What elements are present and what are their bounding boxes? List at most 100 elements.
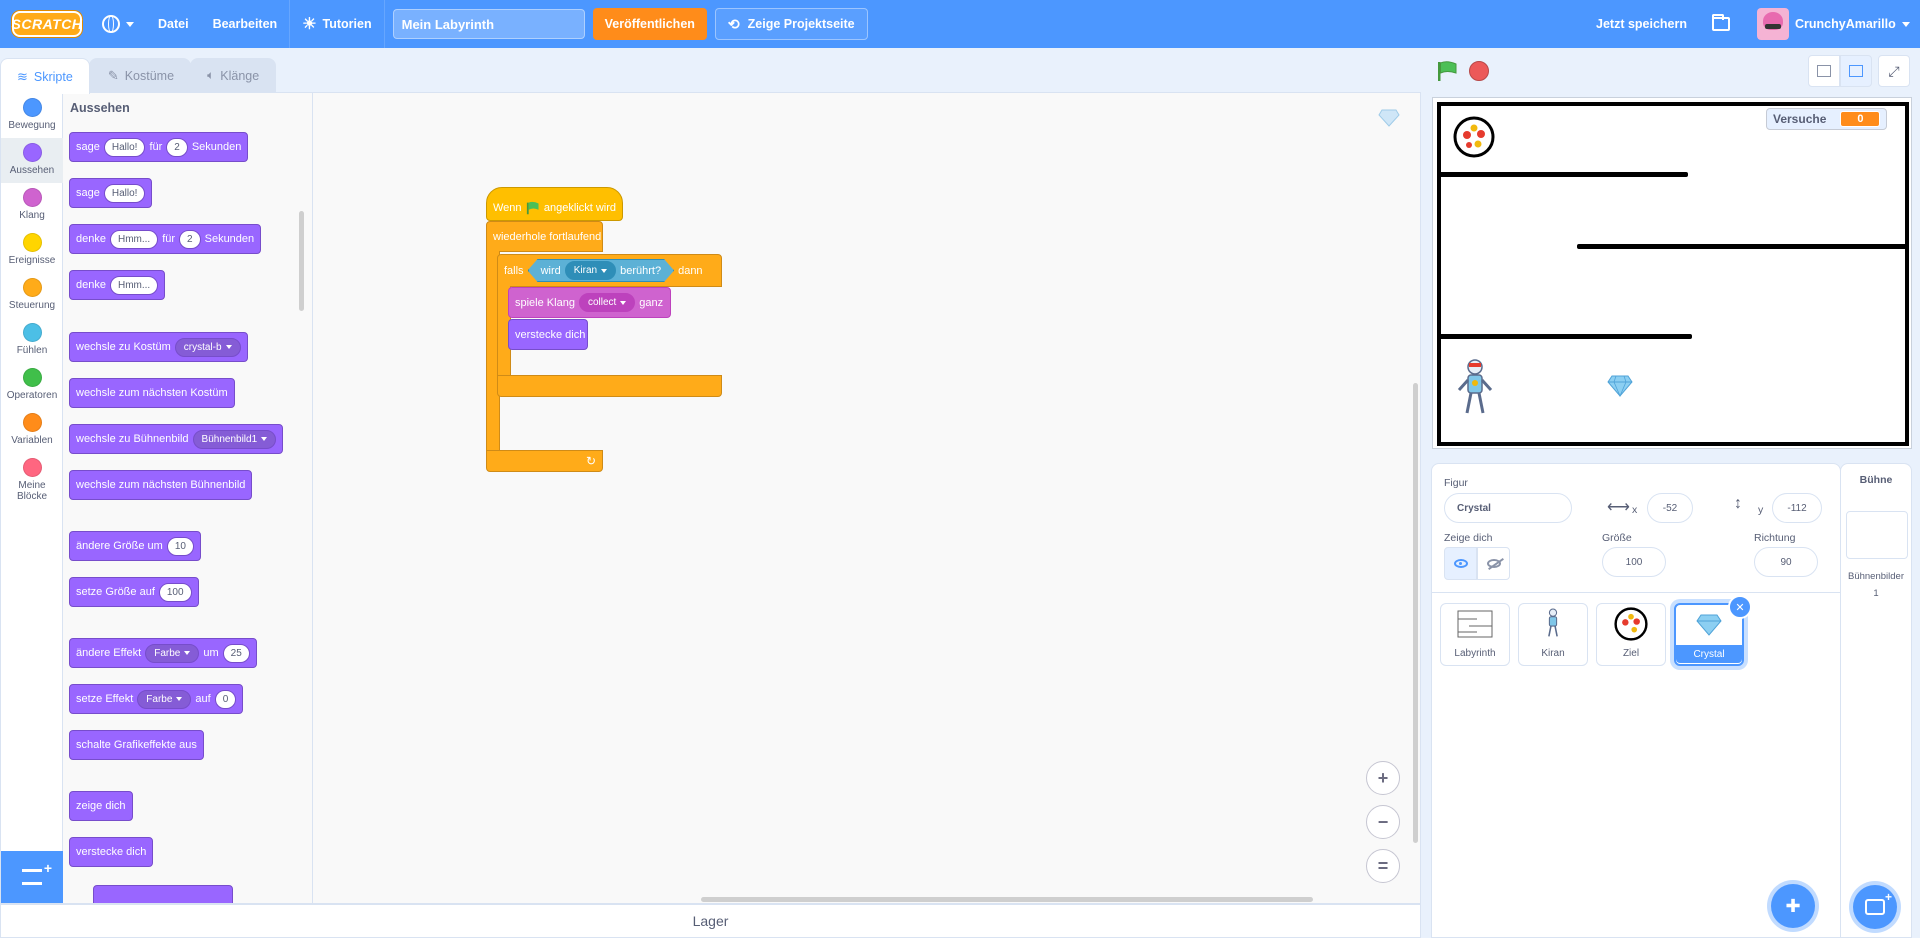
say-block[interactable]: sage Hallo! xyxy=(69,178,153,208)
publish-button[interactable]: Veröffentlichen xyxy=(592,8,707,40)
message-input[interactable]: Hallo! xyxy=(103,183,146,203)
size-input[interactable]: 10 xyxy=(166,536,194,556)
category-sound[interactable]: Klang xyxy=(1,183,63,228)
zoom-in-button[interactable]: + xyxy=(1366,761,1400,795)
fullscreen-button[interactable]: ⤢ xyxy=(1878,55,1910,87)
next-costume-block[interactable]: wechsle zum nächsten Kostüm xyxy=(69,378,235,408)
category-my-blocks[interactable]: Meine Blöcke xyxy=(1,453,63,513)
set-size-block[interactable]: setze Größe auf 100 xyxy=(69,577,199,607)
palette-scrollbar[interactable] xyxy=(299,211,304,311)
partial-block[interactable] xyxy=(93,885,233,903)
sound-dropdown[interactable]: collect xyxy=(578,293,636,312)
chevron-down-icon xyxy=(184,651,191,655)
project-page-button[interactable]: ⟲ Zeige Projektseite xyxy=(714,8,868,40)
language-menu[interactable] xyxy=(90,0,146,48)
sprite-tile[interactable]: Labyrinth xyxy=(1440,603,1510,666)
touching-block[interactable]: wird Kiran berührt? xyxy=(528,259,675,282)
effect-dropdown[interactable]: Farbe xyxy=(137,689,192,709)
small-stage-button[interactable] xyxy=(1808,55,1840,87)
change-effect-block[interactable]: ändere Effekt Farbe um 25 xyxy=(69,638,257,668)
message-input[interactable]: Hmm... xyxy=(109,229,159,249)
sprite-tile[interactable]: Kiran xyxy=(1518,603,1588,666)
edit-menu[interactable]: Bearbeiten xyxy=(201,0,290,48)
file-menu[interactable]: Datei xyxy=(146,0,201,48)
costume-dropdown[interactable]: crystal-b xyxy=(174,337,241,357)
when-flag-clicked-block[interactable]: Wenn angeklickt wird xyxy=(486,187,623,221)
x-input[interactable]: -52 xyxy=(1647,493,1693,523)
stop-button[interactable] xyxy=(1469,61,1489,81)
workspace-horizontal-scrollbar[interactable] xyxy=(701,897,1313,902)
stage-thumbnail[interactable] xyxy=(1846,511,1908,559)
think-for-secs-block[interactable]: denke Hmm... für 2 Sekunden xyxy=(69,224,262,254)
sprite-tile-selected[interactable]: Crystal ✕ xyxy=(1674,595,1752,666)
effect-value-input[interactable]: 25 xyxy=(222,643,250,663)
large-stage-button[interactable] xyxy=(1840,55,1872,87)
sprite-name-input[interactable]: Crystal xyxy=(1444,493,1572,523)
effect-value-input[interactable]: 0 xyxy=(214,689,237,709)
dropdown-value: Farbe xyxy=(146,693,173,705)
effect-dropdown[interactable]: Farbe xyxy=(145,643,200,663)
sprite-tile[interactable]: Ziel xyxy=(1596,603,1666,666)
delete-sprite-button[interactable]: ✕ xyxy=(1728,595,1752,619)
message-input[interactable]: Hallo! xyxy=(103,137,146,157)
next-backdrop-block[interactable]: wechsle zum nächsten Bühnenbild xyxy=(69,470,253,500)
hide-block[interactable]: verstecke dich xyxy=(508,319,588,350)
show-block[interactable]: zeige dich xyxy=(69,791,133,821)
monitor-label: Versuche xyxy=(1773,112,1827,126)
play-sound-until-done-block[interactable]: spiele Klang collect ganz xyxy=(508,287,671,318)
eye-slash-icon xyxy=(1486,559,1501,568)
category-events[interactable]: Ereignisse xyxy=(1,228,63,273)
variable-monitor[interactable]: Versuche 0 xyxy=(1766,108,1888,130)
clear-effects-block[interactable]: schalte Grafikeffekte aus xyxy=(69,730,204,760)
change-size-block[interactable]: ändere Größe um 10 xyxy=(69,531,201,561)
add-sprite-button[interactable]: ✚ xyxy=(1771,884,1815,928)
workspace-vertical-scrollbar[interactable] xyxy=(1413,383,1418,843)
tutorials-button[interactable]: ☀ Tutorien xyxy=(290,0,383,48)
category-motion[interactable]: Bewegung xyxy=(1,93,63,138)
y-input[interactable]: -112 xyxy=(1772,493,1822,523)
avatar[interactable] xyxy=(1757,8,1789,40)
category-looks[interactable]: Aussehen xyxy=(1,138,63,183)
stage-canvas[interactable]: Versuche 0 xyxy=(1432,97,1912,449)
zoom-out-button[interactable]: − xyxy=(1366,805,1400,839)
tab-sounds[interactable]: 🔈︎ Klänge xyxy=(190,58,277,92)
set-effect-block[interactable]: setze Effekt Farbe auf 0 xyxy=(69,684,244,714)
size-input[interactable]: 100 xyxy=(1602,547,1666,577)
message-input[interactable]: Hmm... xyxy=(109,275,159,295)
size-input[interactable]: 100 xyxy=(158,582,192,602)
forever-block[interactable]: wiederhole fortlaufend xyxy=(486,221,603,252)
backdrop-dropdown[interactable]: Bühnenbild1 xyxy=(192,429,277,449)
script-workspace[interactable]: Wenn angeklickt wird wiederhole fortlauf… xyxy=(313,93,1420,903)
show-sprite-button[interactable] xyxy=(1444,547,1477,580)
seconds-input[interactable]: 2 xyxy=(179,229,201,249)
project-title-input[interactable]: Mein Labyrinth xyxy=(392,9,585,39)
if-then-block[interactable]: falls wird Kiran berührt? dann xyxy=(497,254,722,287)
say-for-secs-block[interactable]: sage Hallo! für 2 Sekunden xyxy=(69,132,249,162)
zoom-reset-button[interactable]: = xyxy=(1366,849,1400,883)
switch-backdrop-block[interactable]: wechsle zu Bühnenbild Bühnenbild1 xyxy=(69,424,284,454)
hide-sprite-button[interactable] xyxy=(1477,547,1510,580)
scratch-logo[interactable]: SCRATCH xyxy=(12,11,82,37)
account-menu[interactable]: CrunchyAmarillo xyxy=(1795,0,1910,48)
direction-input[interactable]: 90 xyxy=(1754,547,1818,577)
stage-size-toggle xyxy=(1808,55,1872,87)
backpack-bar[interactable]: Lager xyxy=(0,904,1421,938)
hide-block[interactable]: verstecke dich xyxy=(69,837,154,867)
folder-icon[interactable] xyxy=(1712,14,1730,31)
switch-costume-block[interactable]: wechsle zu Kostüm crystal-b xyxy=(69,332,248,362)
touching-dropdown[interactable]: Kiran xyxy=(565,261,616,280)
add-backdrop-button[interactable] xyxy=(1853,885,1897,929)
seconds-input[interactable]: 2 xyxy=(166,137,188,157)
backdrops-count: 1 xyxy=(1873,588,1879,599)
tab-code[interactable]: ≋ Skripte xyxy=(0,58,90,94)
category-variables[interactable]: Variablen xyxy=(1,408,63,453)
add-extension-button[interactable] xyxy=(1,851,63,903)
think-block[interactable]: denke Hmm... xyxy=(69,270,166,300)
category-control[interactable]: Steuerung xyxy=(1,273,63,318)
stage-selector[interactable]: Bühne Bühnenbilder 1 xyxy=(1840,463,1912,938)
category-sensing[interactable]: Fühlen xyxy=(1,318,63,363)
green-flag-button[interactable] xyxy=(1436,61,1458,81)
tab-costumes[interactable]: ✎ Kostüme xyxy=(88,58,192,92)
save-now-button[interactable]: Jetzt speichern xyxy=(1596,0,1687,48)
category-operators[interactable]: Operatoren xyxy=(1,363,63,408)
